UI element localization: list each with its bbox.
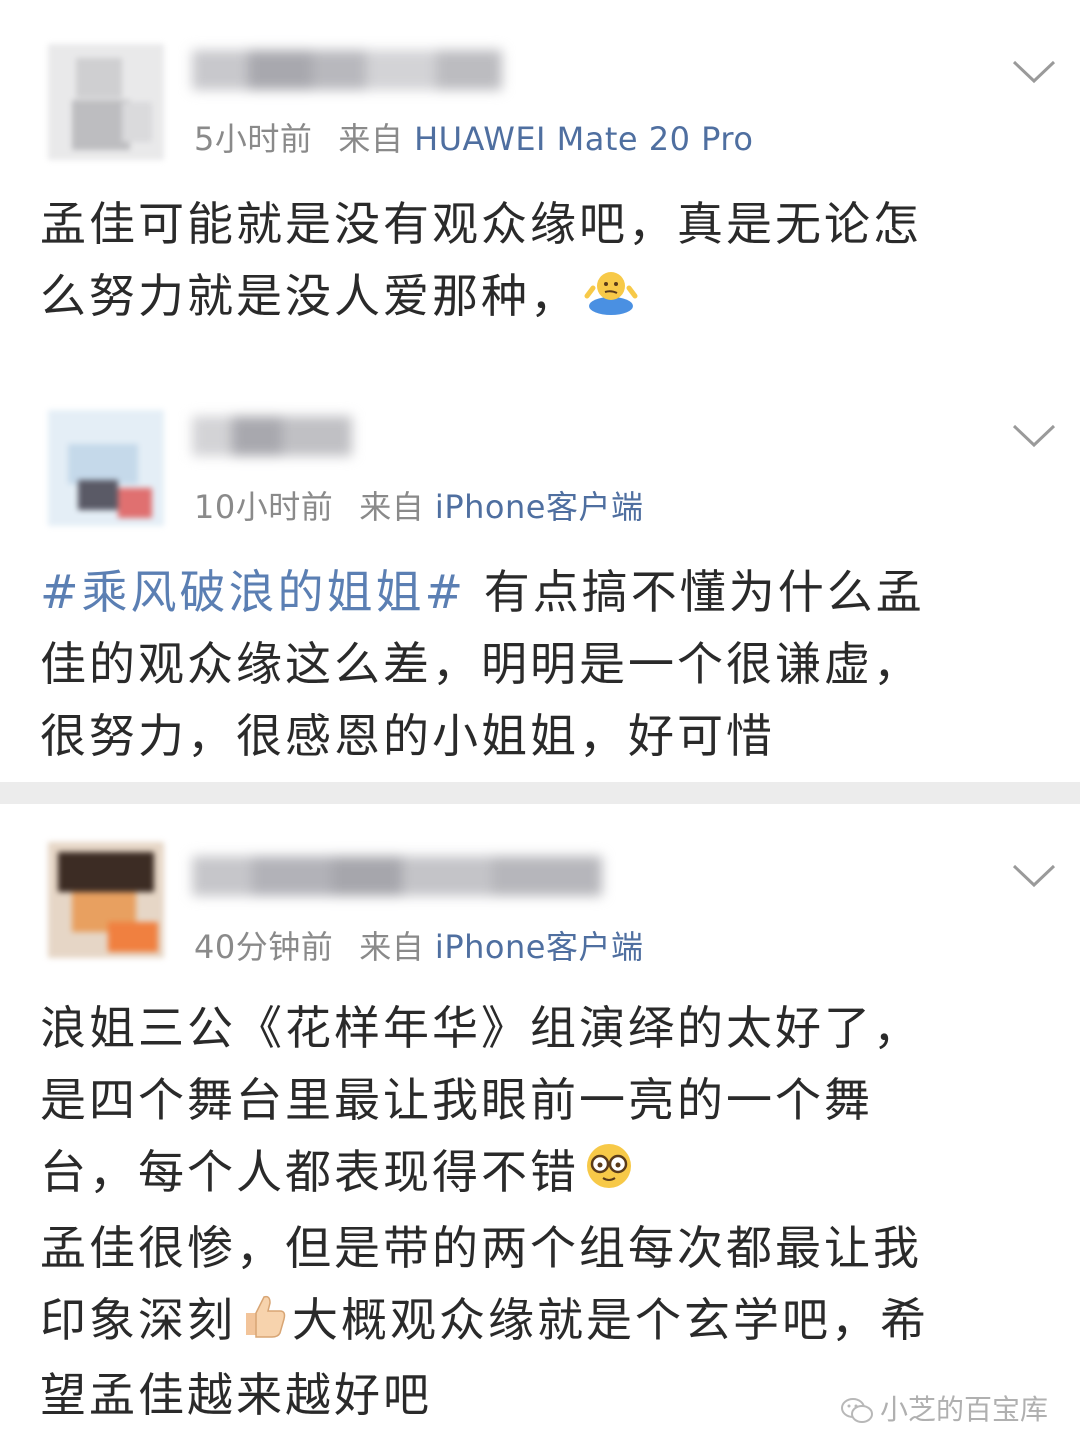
avatar[interactable] xyxy=(48,842,164,958)
text-line: 印象深刻 xyxy=(40,1292,236,1347)
text-line: 大概观众缘就是个玄学吧，希 xyxy=(292,1292,929,1347)
shrug-emoji-icon xyxy=(583,264,639,336)
from-label: 来自 xyxy=(338,120,404,158)
comment-text: 孟佳可能就是没有观众缘吧，真是无论怎 么努力就是没人爱那种， xyxy=(40,188,1050,336)
text-line-with-emoji: 印象深刻 大概观众缘就是个玄学吧，希 xyxy=(40,1284,1050,1360)
client-source-link[interactable]: iPhone客户端 xyxy=(435,928,644,966)
from-label: 来自 xyxy=(359,488,425,526)
chevron-down-icon[interactable] xyxy=(1012,864,1056,888)
text-line: 佳的观众缘这么差，明明是一个很谦虚， xyxy=(40,637,922,691)
comment-text: 浪姐三公《花样年华》组演绎的太好了， 是四个舞台里最让我眼前一亮的一个舞 台，每… xyxy=(40,992,1050,1431)
text-line-with-emoji: 么努力就是没人爱那种， xyxy=(40,260,1050,336)
wechat-icon xyxy=(841,1398,873,1423)
username-blurred[interactable] xyxy=(192,50,502,90)
username-blurred[interactable] xyxy=(192,416,352,456)
nerd-glasses-emoji-icon xyxy=(583,1140,635,1212)
thumbs-up-emoji-icon xyxy=(240,1287,288,1359)
watermark: 小芝的百宝库 xyxy=(840,1388,1060,1432)
comment-card-1[interactable]: 5小时前 来自 HUAWEI Mate 20 Pro 孟佳可能就是没有观众缘吧，真… xyxy=(0,0,1080,368)
chevron-down-icon[interactable] xyxy=(1012,424,1056,448)
text-line: 有点搞不懂为什么孟 xyxy=(466,565,925,619)
comment-card-3[interactable]: 40分钟前 来自 iPhone客户端 浪姐三公《花样年华》组演绎的太好了， 是四个… xyxy=(0,804,1080,1453)
text-line: 很努力，很感恩的小姐姐，好可惜 xyxy=(40,709,775,763)
chevron-down-icon[interactable] xyxy=(1012,60,1056,84)
text-line: 孟佳可能就是没有观众缘吧，真是无论怎 xyxy=(40,197,922,251)
text-line: 浪姐三公《花样年华》组演绎的太好了， xyxy=(40,1001,922,1055)
comment-text: #乘风破浪的姐姐# 有点搞不懂为什么孟 佳的观众缘这么差，明明是一个很谦虚， 很… xyxy=(40,556,1050,772)
comment-card-2[interactable]: 10小时前 来自 iPhone客户端 #乘风破浪的姐姐# 有点搞不懂为什么孟 佳的… xyxy=(0,368,1080,782)
watermark-text: 小芝的百宝库 xyxy=(880,1393,1049,1426)
text-line: 是四个舞台里最让我眼前一亮的一个舞 xyxy=(40,1073,873,1127)
text-line: 台，每个人都表现得不错 xyxy=(40,1145,579,1199)
comment-time: 40分钟前 xyxy=(194,928,334,966)
avatar[interactable] xyxy=(48,44,164,160)
comment-meta: 5小时前 来自 HUAWEI Mate 20 Pro xyxy=(194,114,753,160)
text-line: 么努力就是没人爱那种， xyxy=(40,269,579,323)
from-label: 来自 xyxy=(359,928,425,966)
hashtag-link[interactable]: #乘风破浪的姐姐# xyxy=(40,565,466,619)
client-source-link[interactable]: iPhone客户端 xyxy=(435,488,644,526)
text-line-with-hashtag: #乘风破浪的姐姐# 有点搞不懂为什么孟 xyxy=(40,556,1050,628)
client-source-link[interactable]: HUAWEI Mate 20 Pro xyxy=(414,120,753,158)
comment-meta: 10小时前 来自 iPhone客户端 xyxy=(194,482,643,528)
text-line-with-emoji: 台，每个人都表现得不错 xyxy=(40,1136,1050,1212)
username-blurred[interactable] xyxy=(192,856,602,896)
comment-meta: 40分钟前 来自 iPhone客户端 xyxy=(194,922,643,968)
comment-time: 10小时前 xyxy=(194,488,334,526)
text-line: 孟佳很惨，但是带的两个组每次都最让我 xyxy=(40,1220,922,1275)
avatar[interactable] xyxy=(48,410,164,526)
comment-time: 5小时前 xyxy=(194,120,313,158)
section-divider xyxy=(0,782,1080,804)
